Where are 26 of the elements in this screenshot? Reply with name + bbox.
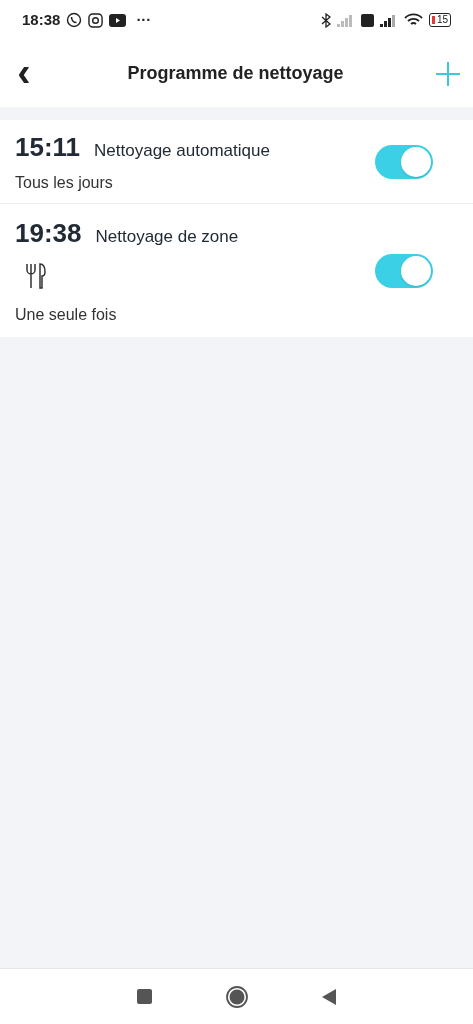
camera-icon — [88, 12, 104, 28]
page-title: Programme de nettoyage — [127, 62, 344, 85]
volte-icon — [360, 13, 374, 27]
back-button[interactable]: ‹ — [12, 51, 36, 92]
toggle-switch[interactable] — [375, 253, 433, 288]
home-button[interactable] — [226, 985, 248, 1008]
schedule-time: 19:38 — [15, 217, 82, 250]
phone-icon — [66, 12, 83, 28]
schedule-repeat: Une seule fois — [15, 305, 118, 325]
add-icon[interactable] — [435, 60, 461, 87]
status-time: 18:38 — [22, 9, 61, 30]
cutlery-icon — [25, 263, 47, 289]
schedule-name: Nettoyage de zone — [95, 226, 239, 248]
schedule-name: Nettoyage automatique — [94, 140, 270, 162]
back-nav-button[interactable] — [322, 988, 336, 1005]
battery-level: 15 — [436, 15, 448, 25]
play-icon — [109, 13, 127, 27]
signal-icon — [379, 13, 398, 27]
signal-icon — [336, 13, 355, 27]
recents-button[interactable] — [137, 989, 152, 1004]
bluetooth-icon — [320, 12, 331, 28]
toggle-switch[interactable] — [375, 144, 433, 179]
schedule-repeat: Tous les jours — [15, 173, 114, 193]
more-notifications: ··· — [136, 9, 152, 30]
schedule-time: 15:11 — [15, 131, 81, 164]
wifi-icon — [403, 13, 423, 27]
